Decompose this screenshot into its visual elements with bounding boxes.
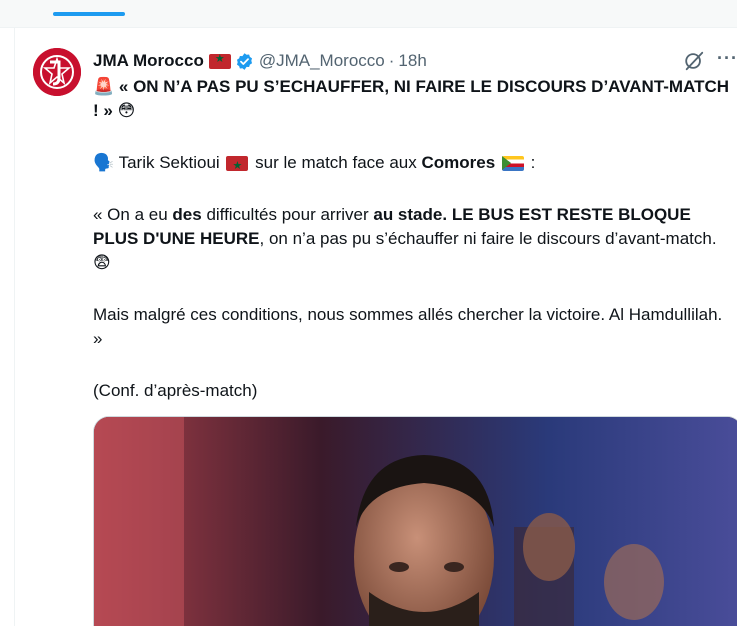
active-tab-indicator <box>53 12 125 16</box>
fearful-emoji: 😨 <box>93 253 111 273</box>
speaker-context: sur le match face aux <box>255 153 417 172</box>
flushed-emoji: 😳 <box>117 101 136 121</box>
speaker-name: Tarik Sektioui <box>118 153 220 172</box>
source-note: (Conf. d’après-match) <box>93 381 258 400</box>
comoros-flag-icon <box>501 156 524 172</box>
more-icon[interactable]: ··· <box>717 48 737 69</box>
speaker-colon: : <box>530 153 536 172</box>
speaking-head-emoji: 🗣️ <box>93 153 115 173</box>
speaker-paragraph: 🗣️ Tarik Sektioui sur le match face aux … <box>93 151 733 178</box>
timestamp[interactable]: 18h <box>398 51 426 71</box>
coach-photo-image <box>94 417 737 626</box>
tweet[interactable]: JMA Morocco @JMA_Morocco · 18h ··· 🚨 « O… <box>15 34 737 626</box>
morocco-flag-icon <box>226 154 249 178</box>
opponent-name: Comores <box>421 153 496 172</box>
separator-dot: · <box>388 51 395 70</box>
quote-part: difficultés pour arriver <box>206 205 369 224</box>
tweet-header: JMA Morocco @JMA_Morocco · 18h <box>93 50 427 72</box>
quote-bold: au stade <box>373 205 443 224</box>
grok-icon[interactable] <box>683 50 705 72</box>
quote-paragraph: « On a eu des difficultés pour arriver a… <box>93 203 733 275</box>
tweet-photo[interactable] <box>93 416 737 626</box>
headline-end: ! » <box>93 101 113 120</box>
top-tab-bar <box>0 0 737 28</box>
verified-badge-icon[interactable] <box>235 52 254 71</box>
quote-part: , on n’a pas pu s’échauffer ni faire le … <box>259 229 717 248</box>
tweet-text: 🚨 « ON N’A PAS PU S’ECHAUFFER, NI FAIRE … <box>93 75 733 403</box>
jma-logo-icon <box>33 48 81 96</box>
quote-bold: . <box>442 205 448 224</box>
siren-emoji: 🚨 <box>93 77 115 97</box>
morocco-flag-icon <box>208 52 231 69</box>
quote-bold: des <box>172 205 202 224</box>
headline-text: « ON N’A PAS PU S’ECHAUFFER, NI FAIRE LE… <box>118 77 730 96</box>
victory-paragraph: Mais malgré ces conditions, nous sommes … <box>93 305 723 348</box>
headline-paragraph: 🚨 « ON N’A PAS PU S’ECHAUFFER, NI FAIRE … <box>93 75 733 123</box>
display-name[interactable]: JMA Morocco <box>93 51 204 71</box>
avatar[interactable] <box>33 48 81 96</box>
handle[interactable]: @JMA_Morocco <box>259 51 385 71</box>
quote-part: « On a eu <box>93 205 168 224</box>
